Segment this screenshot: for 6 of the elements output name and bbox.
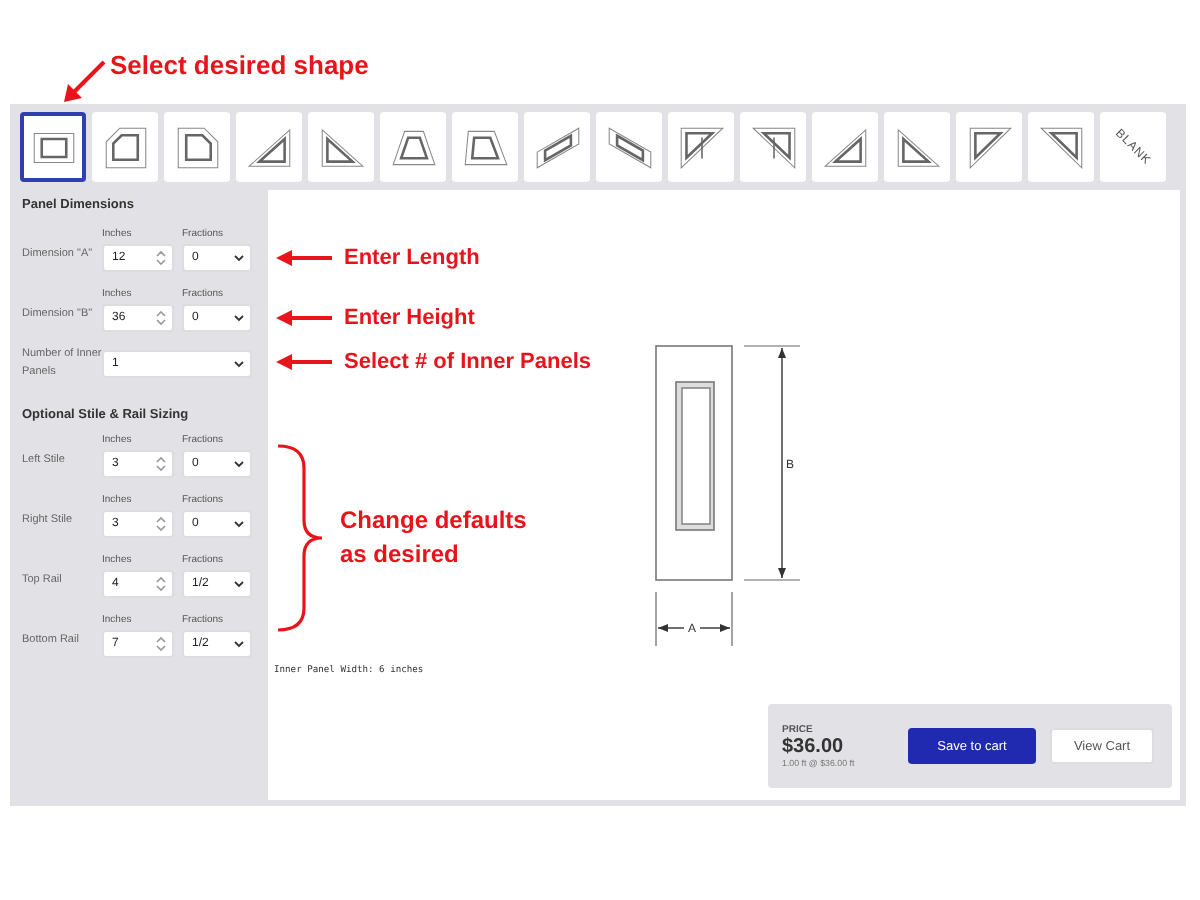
price-amount: $36.00	[782, 736, 846, 758]
annotation-text: Select desired shape	[110, 50, 369, 80]
annotation-text: Change defaults as desired	[340, 503, 529, 572]
annotation-text: Enter Length	[344, 246, 480, 270]
annotation-text: Select # of Inner Panels	[344, 350, 591, 374]
annotation-text: Enter Height	[344, 306, 475, 330]
